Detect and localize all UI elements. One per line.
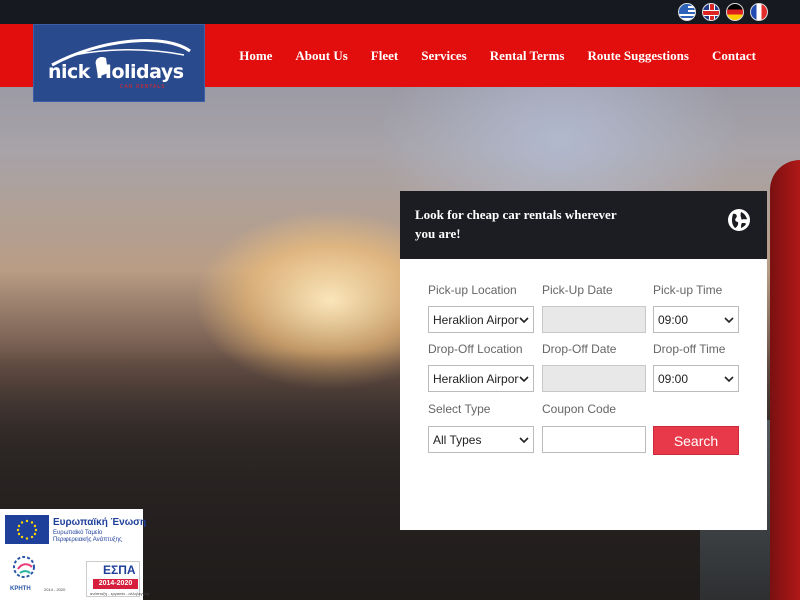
pickup-time-value: 09:00 bbox=[658, 312, 689, 327]
nav-rental-terms[interactable]: Rental Terms bbox=[490, 48, 565, 64]
dropoff-location-value: Heraklion Airport bbox=[433, 371, 519, 386]
kriti-years: 2014 - 2020 bbox=[44, 587, 66, 592]
eu-title: Ευρωπαϊκή Ένωση bbox=[53, 517, 147, 528]
chevron-down-icon bbox=[519, 375, 529, 382]
nav-services[interactable]: Services bbox=[421, 48, 466, 64]
logo-text: nick Holidays bbox=[48, 61, 184, 83]
nav-about-us[interactable]: About Us bbox=[295, 48, 347, 64]
pickup-location-select[interactable]: Heraklion Airport bbox=[428, 306, 534, 333]
eu-flag-icon bbox=[5, 515, 49, 544]
nav-route-suggestions[interactable]: Route Suggestions bbox=[587, 48, 689, 64]
top-bar bbox=[0, 0, 800, 24]
search-panel: Look for cheap car rentals wherever you … bbox=[400, 191, 767, 530]
chevron-down-icon bbox=[519, 316, 529, 323]
dropoff-time-select[interactable]: 09:00 bbox=[653, 365, 739, 392]
language-switcher bbox=[678, 3, 768, 21]
pickup-date-input[interactable] bbox=[542, 306, 646, 333]
type-label: Select Type bbox=[428, 402, 491, 416]
logo-subtitle: CAR RENTALS bbox=[120, 84, 166, 90]
dropoff-time-label: Drop-off Time bbox=[653, 342, 726, 356]
chevron-down-icon bbox=[724, 375, 734, 382]
pickup-time-label: Pick-up Time bbox=[653, 283, 723, 297]
kriti-name: ΚΡΗΤΗ bbox=[10, 586, 31, 592]
search-button[interactable]: Search bbox=[653, 426, 739, 455]
pickup-time-select[interactable]: 09:00 bbox=[653, 306, 739, 333]
nav-contact[interactable]: Contact bbox=[712, 48, 756, 64]
coupon-input[interactable] bbox=[542, 426, 646, 453]
france-flag-icon[interactable] bbox=[750, 3, 768, 21]
pickup-location-label: Pick-up Location bbox=[428, 283, 517, 297]
chevron-down-icon bbox=[519, 436, 529, 443]
site-logo[interactable]: nick Holidays CAR RENTALS bbox=[33, 24, 205, 102]
dropoff-date-label: Drop-Off Date bbox=[542, 342, 617, 356]
coupon-label: Coupon Code bbox=[542, 402, 617, 416]
search-form: Pick-up Location Pick-Up Date Pick-up Ti… bbox=[400, 259, 767, 530]
nav-home[interactable]: Home bbox=[239, 48, 272, 64]
eu-subtitle: Ευρωπαϊκό Ταμείο Περιφερειακής Ανάπτυξης bbox=[53, 530, 122, 543]
search-panel-title: Look for cheap car rentals wherever you … bbox=[415, 207, 617, 241]
pickup-date-label: Pick-Up Date bbox=[542, 283, 613, 297]
espa-title: ΕΣΠΑ bbox=[103, 563, 136, 577]
search-panel-header: Look for cheap car rentals wherever you … bbox=[400, 191, 767, 259]
chevron-down-icon bbox=[724, 316, 734, 323]
pickup-location-value: Heraklion Airport bbox=[433, 312, 519, 327]
type-select[interactable]: All Types bbox=[428, 426, 534, 453]
greece-flag-icon[interactable] bbox=[678, 3, 696, 21]
type-value: All Types bbox=[433, 432, 482, 447]
eu-funding-badge[interactable]: Ευρωπαϊκή Ένωση Ευρωπαϊκό Ταμείο Περιφερ… bbox=[0, 509, 149, 600]
uk-flag-icon[interactable] bbox=[702, 3, 720, 21]
dropoff-time-value: 09:00 bbox=[658, 371, 689, 386]
dropoff-location-label: Drop-Off Location bbox=[428, 342, 523, 356]
germany-flag-icon[interactable] bbox=[726, 3, 744, 21]
dropoff-date-input[interactable] bbox=[542, 365, 646, 392]
hero-red-car bbox=[770, 160, 800, 600]
espa-tagline: ανάπτυξη - εργασία - αλληλεγγύη bbox=[90, 591, 150, 596]
espa-years: 2014-2020 bbox=[93, 579, 138, 589]
main-nav: Home About Us Fleet Services Rental Term… bbox=[239, 24, 756, 87]
globe-icon bbox=[728, 209, 750, 231]
nav-fleet[interactable]: Fleet bbox=[371, 48, 398, 64]
dropoff-location-select[interactable]: Heraklion Airport bbox=[428, 365, 534, 392]
